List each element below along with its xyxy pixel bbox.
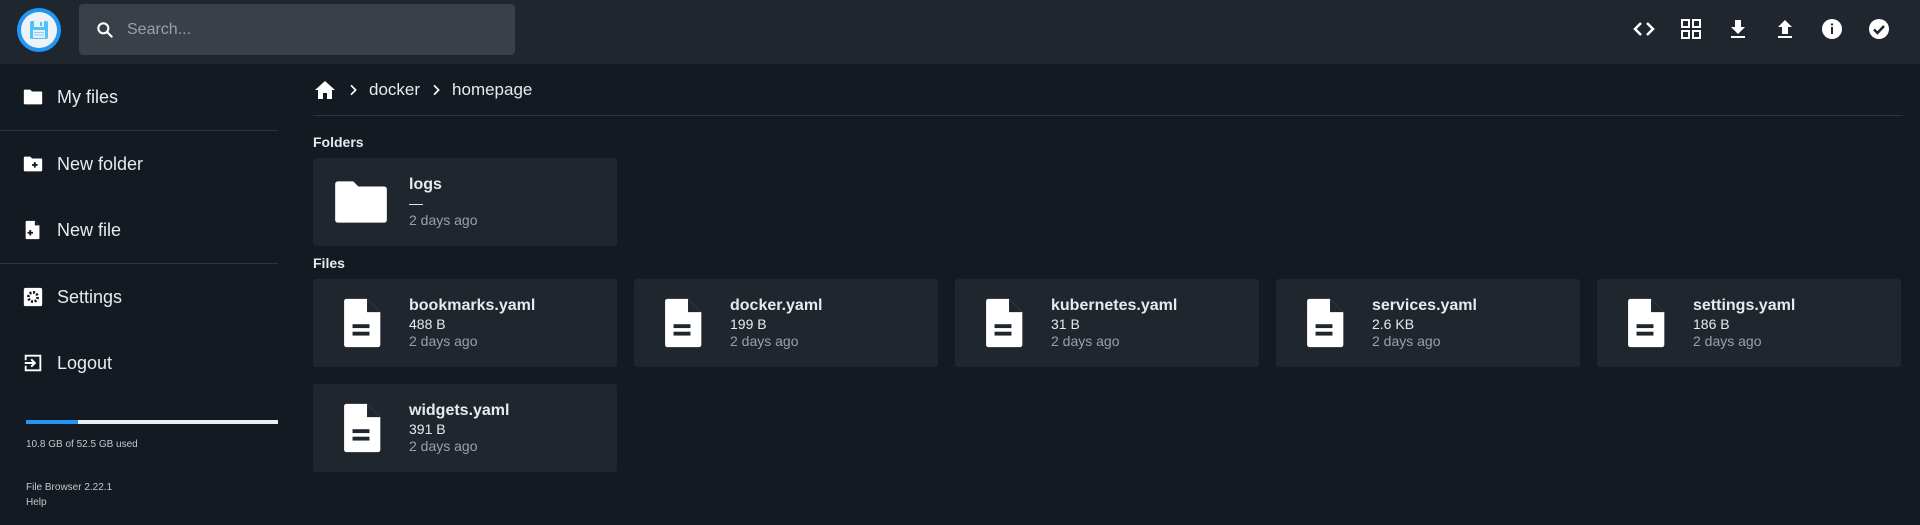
- item-size: 199 B: [730, 316, 767, 332]
- code-icon: [1632, 22, 1655, 36]
- search-icon: [95, 20, 115, 40]
- disk-usage: 10.8 GB of 52.5 GB used: [26, 420, 278, 450]
- file-icon: [1597, 294, 1693, 352]
- breadcrumb-home[interactable]: [313, 78, 337, 102]
- upload-button[interactable]: [1761, 10, 1808, 48]
- item-size: 391 B: [409, 421, 446, 437]
- sidebar-item-label: New file: [57, 219, 122, 240]
- sidebar-item-logout[interactable]: Logout: [0, 330, 278, 396]
- help-link[interactable]: Help: [26, 497, 47, 508]
- item-name: widgets.yaml: [409, 402, 510, 419]
- item-info: settings.yaml 186 B 2 days ago: [1693, 297, 1795, 349]
- item-modified: 2 days ago: [1693, 333, 1762, 349]
- header: [0, 0, 1920, 64]
- folder-icon: [21, 85, 45, 109]
- folders-grid: logs — 2 days ago: [313, 158, 1903, 246]
- sidebar-item-settings[interactable]: Settings: [0, 264, 278, 330]
- item-modified: 2 days ago: [1051, 333, 1120, 349]
- new-file-icon: [21, 218, 45, 242]
- download-button[interactable]: [1714, 10, 1761, 48]
- sidebar: My files New folder New file Settings Lo…: [0, 64, 278, 525]
- file-listing: docker homepage Folders logs — 2 days ag…: [313, 64, 1903, 472]
- new-folder-icon: [21, 152, 45, 176]
- app-logo[interactable]: [17, 8, 61, 52]
- file-icon: [634, 294, 730, 352]
- file-item[interactable]: widgets.yaml 391 B 2 days ago: [313, 384, 617, 472]
- toggle-shell-button[interactable]: [1620, 10, 1667, 48]
- item-size: 2.6 KB: [1372, 316, 1415, 332]
- item-name: services.yaml: [1372, 297, 1477, 314]
- usage-progress-bar: [26, 420, 278, 424]
- item-size: 186 B: [1693, 316, 1730, 332]
- grid-view-icon: [1680, 19, 1701, 39]
- files-heading: Files: [313, 255, 345, 271]
- sidebar-item-label: My files: [57, 86, 119, 107]
- file-item[interactable]: services.yaml 2.6 KB 2 days ago: [1276, 279, 1580, 367]
- credits: File Browser 2.22.1 Help: [26, 480, 112, 510]
- switch-view-button[interactable]: [1667, 10, 1714, 48]
- sidebar-item-new-file[interactable]: New file: [0, 197, 278, 263]
- folders-heading: Folders: [313, 134, 364, 150]
- item-info: widgets.yaml 391 B 2 days ago: [409, 402, 509, 454]
- sidebar-item-label: Settings: [57, 286, 123, 307]
- item-size: 31 B: [1051, 316, 1080, 332]
- chevron-right-icon: [426, 82, 446, 98]
- info-icon: [1821, 19, 1842, 39]
- usage-text: 10.8 GB of 52.5 GB used: [26, 439, 138, 450]
- chevron-right-icon: [343, 82, 363, 98]
- item-info: docker.yaml 199 B 2 days ago: [730, 297, 823, 349]
- item-size: —: [409, 195, 423, 211]
- folder-item[interactable]: logs — 2 days ago: [313, 158, 617, 246]
- sidebar-item-label: New folder: [57, 153, 144, 174]
- sidebar-item-new-folder[interactable]: New folder: [0, 131, 278, 197]
- home-icon: [315, 80, 335, 99]
- download-icon: [1730, 20, 1745, 38]
- file-icon: [313, 294, 409, 352]
- item-info: bookmarks.yaml 488 B 2 days ago: [409, 297, 535, 349]
- breadcrumb-item[interactable]: homepage: [452, 80, 532, 100]
- sidebar-item-my-files[interactable]: My files: [0, 64, 278, 130]
- item-name: settings.yaml: [1693, 297, 1796, 314]
- usage-progress-fill: [26, 420, 78, 424]
- item-modified: 2 days ago: [1372, 333, 1441, 349]
- files-grid: bookmarks.yaml 488 B 2 days ago docker.y…: [313, 279, 1903, 472]
- item-modified: 2 days ago: [409, 333, 478, 349]
- item-name: logs: [409, 176, 442, 193]
- file-icon: [1276, 294, 1372, 352]
- item-name: kubernetes.yaml: [1051, 297, 1178, 314]
- file-icon: [313, 399, 409, 457]
- version-text: File Browser 2.22.1: [26, 482, 113, 493]
- item-modified: 2 days ago: [730, 333, 799, 349]
- check-circle-icon: [1868, 19, 1889, 39]
- item-modified: 2 days ago: [409, 438, 478, 454]
- folder-icon: [313, 171, 409, 233]
- logout-icon: [21, 351, 45, 375]
- sidebar-item-label: Logout: [57, 352, 113, 373]
- breadcrumb-item[interactable]: docker: [369, 80, 420, 100]
- info-button[interactable]: [1808, 10, 1855, 48]
- item-name: docker.yaml: [730, 297, 823, 314]
- file-item[interactable]: docker.yaml 199 B 2 days ago: [634, 279, 938, 367]
- item-info: kubernetes.yaml 31 B 2 days ago: [1051, 297, 1177, 349]
- select-multiple-button[interactable]: [1855, 10, 1902, 48]
- item-info: services.yaml 2.6 KB 2 days ago: [1372, 297, 1477, 349]
- breadcrumb: docker homepage: [313, 64, 1903, 116]
- item-info: logs — 2 days ago: [409, 176, 478, 228]
- file-item[interactable]: settings.yaml 186 B 2 days ago: [1597, 279, 1901, 367]
- upload-icon: [1777, 20, 1792, 38]
- file-icon: [955, 294, 1051, 352]
- item-name: bookmarks.yaml: [409, 297, 536, 314]
- item-size: 488 B: [409, 316, 446, 332]
- search-input[interactable]: [127, 20, 487, 39]
- search-box[interactable]: [79, 4, 515, 55]
- header-actions: [1620, 10, 1902, 48]
- file-item[interactable]: bookmarks.yaml 488 B 2 days ago: [313, 279, 617, 367]
- settings-icon: [21, 285, 45, 309]
- file-item[interactable]: kubernetes.yaml 31 B 2 days ago: [955, 279, 1259, 367]
- item-modified: 2 days ago: [409, 212, 478, 228]
- floppy-disk-icon: [21, 12, 57, 48]
